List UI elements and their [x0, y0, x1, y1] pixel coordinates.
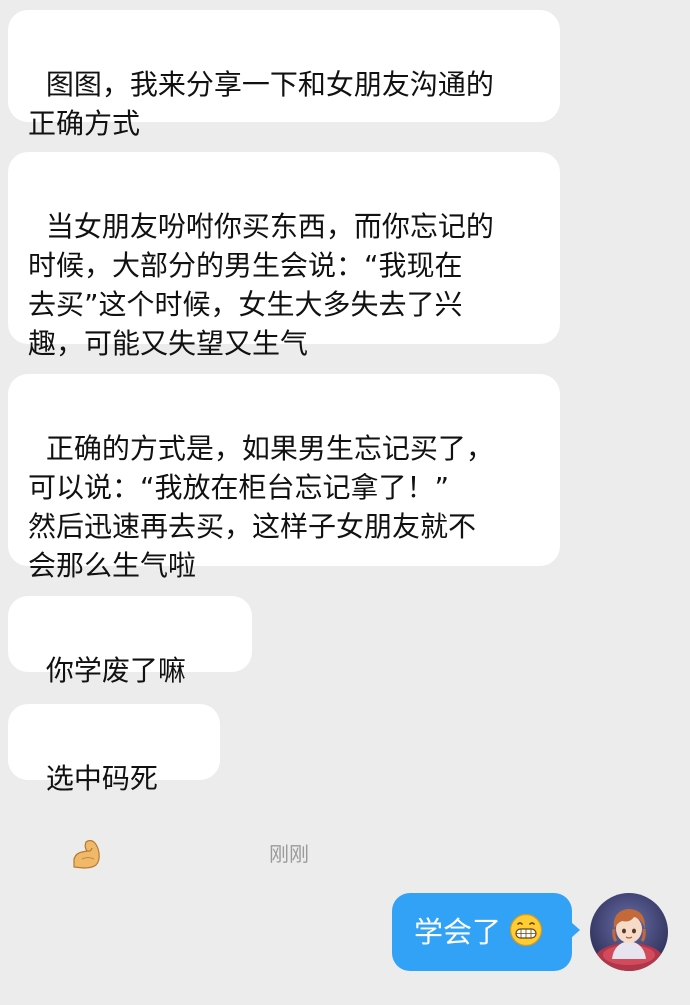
my-message-bubble[interactable]: 学会了 — [392, 893, 572, 971]
message-bubble[interactable]: 图图，我来分享一下和女朋友沟通的 正确方式 — [8, 10, 560, 140]
message-bubble[interactable]: 当女朋友吩咐你买东西，而你忘记的 时候，大部分的男生会说：“我现在 去买”这个时… — [8, 152, 560, 360]
message-bubble[interactable]: 正确的方式是，如果男生忘记买了， 可以说：“我放在柜台忘记拿了！” 然后迅速再去… — [8, 374, 560, 582]
grinning-face-emoji — [509, 898, 543, 976]
bubble-tail — [571, 922, 580, 938]
timestamp: 刚刚 — [269, 842, 309, 866]
message-text: 学会了 — [414, 915, 502, 949]
message-bubble[interactable]: 选中码死 — [8, 704, 220, 869]
message-text: 当女朋友吩咐你买东西，而你忘记的 时候，大部分的男生会说：“我现在 去买”这个时… — [28, 210, 494, 360]
avatar[interactable] — [590, 893, 668, 971]
message-bubble[interactable]: 你学废了嘛 — [8, 596, 252, 763]
message-text: 你学废了嘛 — [45, 654, 186, 687]
message-text: 图图，我来分享一下和女朋友沟通的 正确方式 — [28, 68, 494, 140]
message-text: 选中码死 — [45, 762, 158, 795]
message-text: 正确的方式是，如果男生忘记买了， 可以说：“我放在柜台忘记拿了！” 然后迅速再去… — [28, 432, 494, 582]
